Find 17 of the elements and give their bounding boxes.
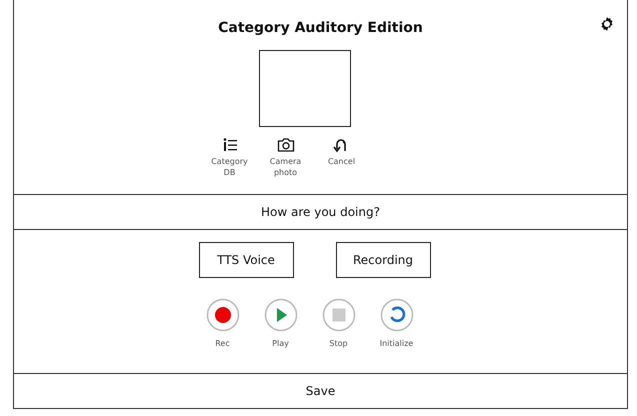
camera-icon[interactable] xyxy=(276,137,294,153)
control-label: Initialize xyxy=(380,339,414,348)
initialize-icon[interactable] xyxy=(380,298,414,332)
action-label: Camera photo xyxy=(270,157,302,179)
mode-button[interactable]: Recording xyxy=(336,242,430,278)
list-icon[interactable] xyxy=(222,137,238,153)
control-label: Stop xyxy=(329,339,348,348)
action-label: Cancel xyxy=(328,157,356,168)
rec-icon[interactable] xyxy=(206,298,240,332)
settings-icon[interactable] xyxy=(599,16,615,32)
control-label: Play xyxy=(272,339,289,348)
action-label: Category DB xyxy=(211,157,248,179)
control-label: Rec xyxy=(215,339,230,348)
mode-button[interactable]: TTS Voice xyxy=(198,242,294,278)
app-title: Category Auditory Edition xyxy=(218,20,423,36)
prompt-text: How are you doing? xyxy=(14,195,627,230)
play-icon[interactable] xyxy=(264,298,298,332)
